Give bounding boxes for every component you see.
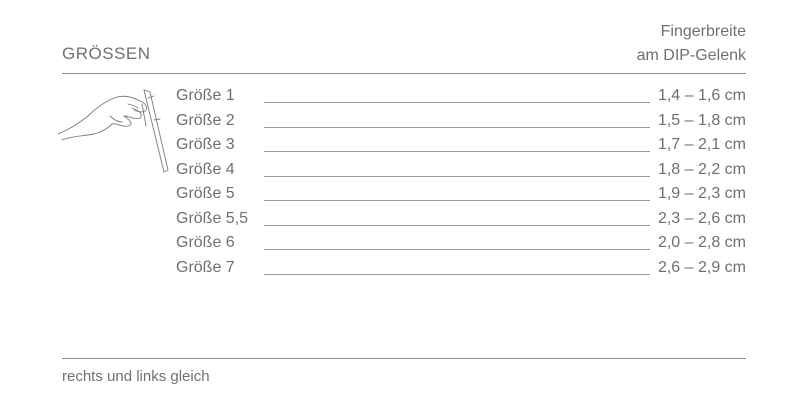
size-label: Größe 7 <box>176 258 235 276</box>
size-label: Größe 1 <box>176 87 235 104</box>
table-row: Größe 4 1,8 – 2,2 cm <box>176 159 746 184</box>
size-table: Größe 1 1,4 – 1,6 cm Größe 2 1,5 – 1,8 cm Gr… <box>176 85 746 281</box>
table-row: Größe 6 2,0 – 2,8 cm <box>176 232 746 257</box>
table-row: Größe 5,5 2,3 – 2,6 cm <box>176 208 746 233</box>
size-label: Größe 5 <box>176 185 235 202</box>
column-header-line-1: Fingerbreite <box>660 23 746 40</box>
table-row: Größe 2 1,5 – 1,8 cm <box>176 110 746 135</box>
footer-divider <box>62 358 746 359</box>
page-title: GRÖSSEN <box>62 44 151 63</box>
size-value: 2,3 – 2,6 cm <box>657 209 746 227</box>
leader-line <box>264 224 650 226</box>
table-row: Größe 1 1,4 – 1,6 cm <box>176 85 746 110</box>
size-value: 2,0 – 2,8 cm <box>657 234 746 251</box>
leader-line <box>264 126 650 128</box>
size-label: Größe 4 <box>176 160 235 178</box>
size-value: 1,7 – 2,1 cm <box>657 136 746 153</box>
leader-line <box>264 273 650 275</box>
table-row: Größe 3 1,7 – 2,1 cm <box>176 134 746 159</box>
size-label: Größe 5,5 <box>176 209 249 227</box>
size-label: Größe 6 <box>176 234 235 251</box>
table-row: Größe 7 2,6 – 2,9 cm <box>176 257 746 282</box>
leader-line <box>264 175 650 177</box>
column-header: Fingerbreite am DIP-Gelenk <box>637 20 746 68</box>
table-row: Größe 5 1,9 – 2,3 cm <box>176 183 746 208</box>
leader-line <box>264 102 650 103</box>
size-value: 1,8 – 2,2 cm <box>657 160 746 178</box>
size-label: Größe 2 <box>176 111 235 129</box>
size-value: 1,4 – 1,6 cm <box>657 87 746 104</box>
size-value: 1,9 – 2,3 cm <box>657 185 746 202</box>
leader-line <box>264 200 650 201</box>
header-divider <box>62 73 746 74</box>
column-header-line-2: am DIP-Gelenk <box>636 47 746 64</box>
footnote: rechts und links gleich <box>62 368 210 385</box>
size-value: 1,5 – 1,8 cm <box>657 111 746 129</box>
hand-caliper-icon <box>57 86 170 182</box>
leader-line <box>264 151 650 152</box>
leader-line <box>264 249 650 250</box>
size-value: 2,6 – 2,9 cm <box>657 258 746 276</box>
size-label: Größe 3 <box>176 136 235 153</box>
